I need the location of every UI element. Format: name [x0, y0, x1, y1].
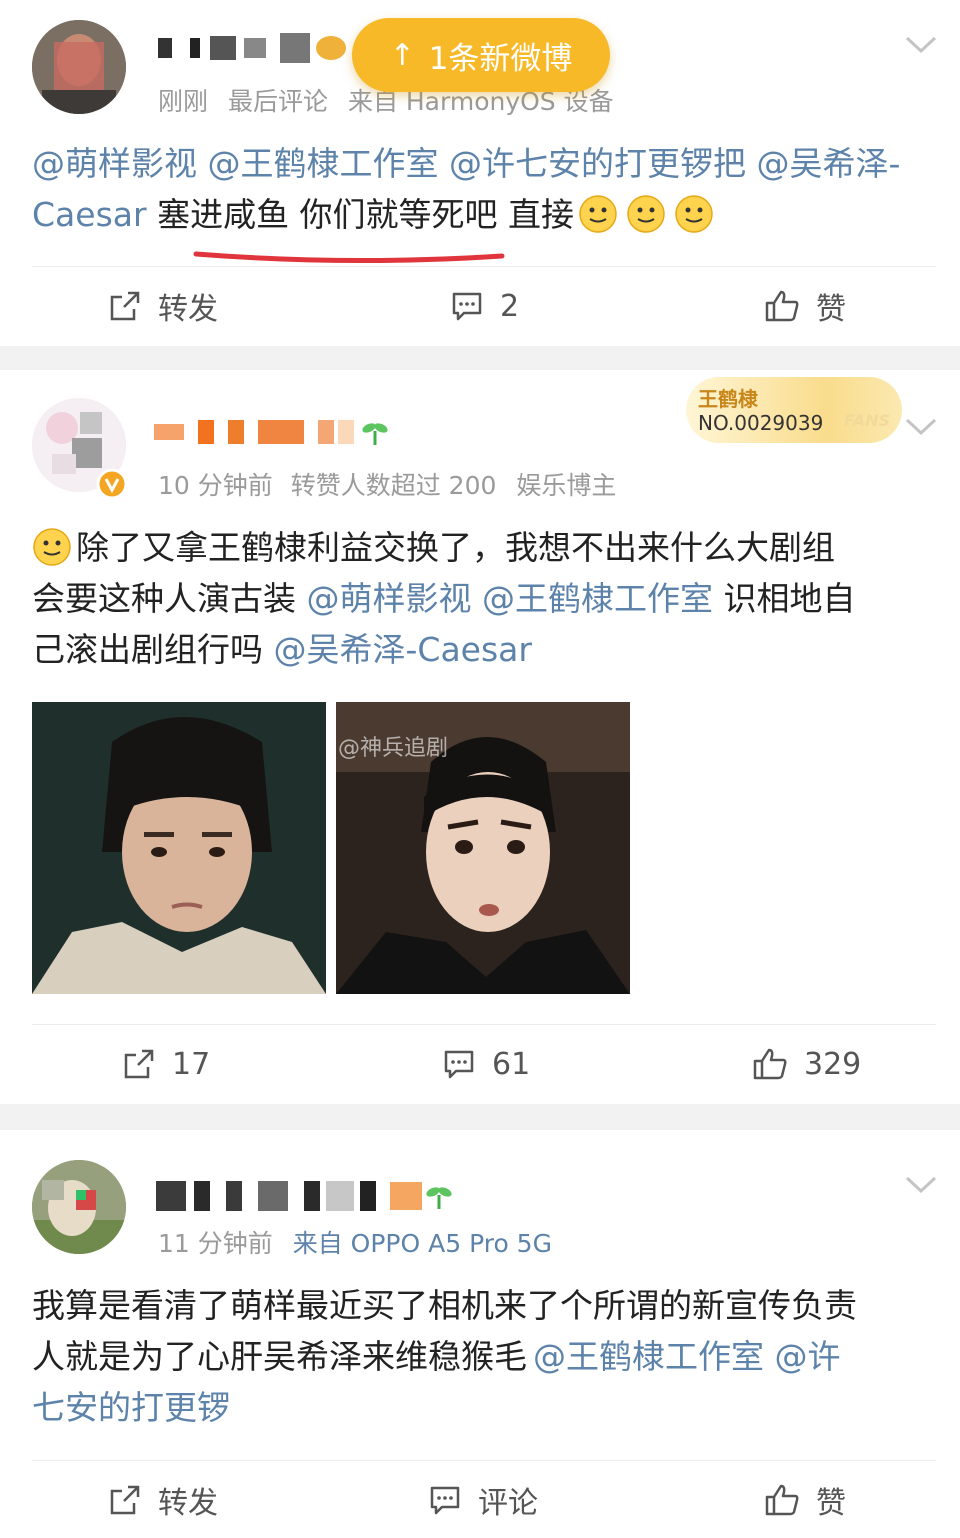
mention-link[interactable]: @王鹤棣工作室 — [482, 579, 713, 618]
post-actions: 转发 2 赞 — [0, 276, 960, 336]
post-meta: 10 分钟前 转赞人数超过 200 娱乐博主 — [158, 466, 616, 502]
repost-icon — [110, 1485, 140, 1515]
like-button[interactable]: 赞 — [764, 276, 846, 336]
post-meta: 11 分钟前 来自 OPPO A5 Pro 5G — [158, 1224, 552, 1260]
comment-count: 2 — [500, 288, 520, 324]
fans-badge[interactable]: 王鹤棣 NO.0029039 FANS — [686, 377, 902, 443]
smile-emoji-icon — [675, 195, 713, 233]
image-watermark: @神兵追剧 — [338, 736, 449, 761]
username-redacted[interactable] — [156, 1176, 454, 1216]
divider — [32, 266, 936, 267]
avatar[interactable] — [32, 1160, 126, 1254]
fans-badge-name: 王鹤棣 — [698, 387, 758, 411]
post-text: 我算是看清了萌样最近买了相机来了个所谓的新宣传负责 — [32, 1286, 857, 1325]
new-posts-button[interactable]: ↑ 1条新微博 — [352, 18, 610, 92]
sprout-icon — [362, 423, 388, 445]
post-content: 除了又拿王鹤棣利益交换了，我想不出来什么大剧组 会要这种人演古装 @萌样影视 @… — [32, 522, 932, 675]
comment-label: 评论 — [478, 1486, 538, 1521]
post-text: 除了又拿王鹤棣利益交换了，我想不出来什么大剧组 — [76, 528, 835, 567]
mention-link[interactable]: @王鹤棣工作室 — [533, 1337, 764, 1376]
repost-count: 17 — [172, 1046, 211, 1082]
mention-link[interactable]: @吴希泽-Caesar — [274, 630, 532, 669]
post-text: 会要这种人演古装 — [32, 579, 296, 618]
post-card: 刚刚 最后评论 来自 HarmonyOS 设备 ↑ 1条新微博 @萌样影视 @王… — [0, 0, 960, 346]
post-image[interactable]: @神兵追剧 — [336, 702, 630, 994]
chevron-down-icon[interactable] — [904, 34, 938, 56]
thumbs-up-icon — [753, 1048, 787, 1080]
comment-icon — [444, 1050, 474, 1079]
mention-link[interactable]: @萌样影视 — [32, 144, 197, 183]
divider — [32, 1460, 936, 1461]
repost-button[interactable]: 转发 — [108, 276, 218, 336]
mention-link[interactable]: 七安的打更锣 — [32, 1388, 230, 1427]
fans-badge-tag: FANS — [843, 411, 890, 430]
avatar[interactable] — [32, 20, 126, 114]
comment-button[interactable]: 评论 — [428, 1470, 538, 1530]
smile-emoji-icon — [33, 528, 71, 566]
thumbs-up-icon — [765, 1484, 799, 1516]
comment-icon — [452, 292, 482, 321]
mention-link[interactable]: @萌样影视 — [307, 579, 472, 618]
like-count: 329 — [804, 1046, 862, 1082]
chevron-down-icon[interactable] — [904, 1174, 938, 1196]
mention-link[interactable]: @许七安的打更锣把 — [449, 144, 746, 183]
red-underline-annotation — [193, 251, 505, 264]
repost-button[interactable]: 17 — [122, 1034, 210, 1094]
verified-badge-icon — [96, 468, 128, 500]
post-text: 人就是为了心肝吴希泽来维稳猴毛 — [32, 1337, 527, 1376]
post-time: 11 分钟前 — [158, 1229, 273, 1258]
comment-count: 61 — [492, 1046, 531, 1082]
username-redacted[interactable] — [154, 412, 390, 452]
post-actions: 转发 评论 赞 — [0, 1470, 960, 1530]
like-button[interactable]: 329 — [752, 1034, 861, 1094]
comment-button[interactable]: 2 — [450, 276, 519, 336]
post-text: 己滚出剧组行吗 — [32, 630, 263, 669]
mention-link[interactable]: @王鹤棣工作室 — [208, 144, 439, 183]
repost-icon — [124, 1049, 154, 1079]
like-button[interactable]: 赞 — [764, 1470, 846, 1530]
comment-button[interactable]: 61 — [442, 1034, 530, 1094]
repost-label: 转发 — [158, 1486, 218, 1521]
new-posts-label: 1条新微博 — [428, 40, 573, 77]
post-time: 刚刚 — [158, 87, 209, 116]
post-source: 娱乐博主 — [516, 471, 617, 500]
mention-link[interactable]: @许 — [775, 1337, 841, 1376]
sprout-icon — [426, 1187, 452, 1209]
post-image[interactable] — [32, 702, 326, 994]
smile-emoji-icon — [579, 195, 617, 233]
username-redacted[interactable] — [158, 28, 346, 68]
arrow-up-icon: ↑ — [389, 37, 415, 73]
thumbs-up-icon — [765, 290, 799, 322]
chevron-down-icon[interactable] — [904, 416, 938, 438]
divider — [32, 1024, 936, 1025]
post-extra: 最后评论 — [227, 87, 328, 116]
like-label: 赞 — [816, 1486, 846, 1521]
post-text: 塞进咸鱼 你们就等死吧 直接 — [157, 195, 575, 234]
smile-emoji-icon — [627, 195, 665, 233]
repost-label: 转发 — [158, 292, 218, 327]
comment-icon — [430, 1486, 460, 1515]
repost-button[interactable]: 转发 — [108, 1470, 218, 1530]
fans-badge-number: NO.0029039 — [698, 411, 824, 435]
post-content: @萌样影视 @王鹤棣工作室 @许七安的打更锣把 @吴希泽-Caesar 塞进咸鱼… — [32, 138, 932, 240]
post-source: 来自 OPPO A5 Pro 5G — [292, 1229, 552, 1258]
post-actions: 17 61 329 — [0, 1034, 960, 1094]
post-extra: 转赞人数超过 200 — [290, 471, 497, 500]
post-text: 识相地自 — [723, 579, 856, 618]
like-label: 赞 — [816, 292, 846, 327]
repost-icon — [110, 291, 140, 321]
post-content: 我算是看清了萌样最近买了相机来了个所谓的新宣传负责 人就是为了心肝吴希泽来维稳猴… — [32, 1280, 932, 1433]
post-time: 10 分钟前 — [158, 471, 273, 500]
